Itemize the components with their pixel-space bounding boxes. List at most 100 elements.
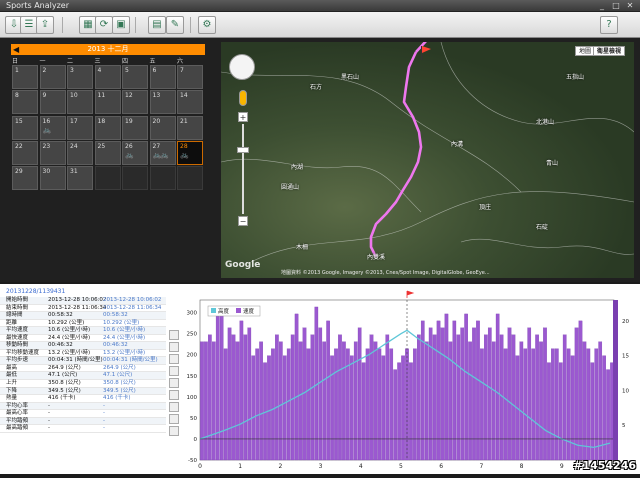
chart-tool-icon[interactable] [169, 402, 179, 412]
calendar-day[interactable]: 12 [122, 90, 148, 114]
map-type-map-button[interactable]: 地圖 [575, 46, 595, 56]
day-number: 19 [125, 118, 133, 125]
calendar-day[interactable]: 15 [12, 116, 38, 140]
stat-label: 移動時間 [6, 342, 28, 350]
speed-bar [492, 342, 495, 460]
stat-value: - [48, 418, 50, 426]
close-button[interactable]: ✕ [624, 1, 636, 11]
day-number: 25 [98, 143, 106, 150]
bike-activity-icon[interactable]: 🚲 [125, 151, 145, 159]
speed-bar [307, 349, 310, 460]
chart-tool-icon[interactable] [169, 426, 179, 436]
chart-tool-icon[interactable] [169, 330, 179, 340]
refresh-icon[interactable]: ⟳ [95, 16, 113, 34]
map-label: 內湖 [291, 162, 303, 171]
calendar-month-header[interactable]: 2013 十二月 [11, 44, 205, 55]
prev-month-icon[interactable]: ◀ [13, 44, 19, 55]
street-view-pegman-icon[interactable] [239, 90, 247, 106]
weekday-label: 三 [95, 56, 122, 65]
y-right-tick-label: 20 [622, 319, 629, 325]
calendar-day[interactable]: 29 [12, 166, 38, 190]
chart-tool-icon[interactable] [169, 390, 179, 400]
map-label: 黑石山 [341, 72, 359, 81]
speed-bar [425, 342, 428, 460]
maximize-button[interactable]: □ [610, 1, 622, 11]
calendar-day [122, 166, 148, 190]
legend-label-speed: 速度 [243, 307, 255, 315]
export-icon[interactable]: ⇪ [36, 16, 54, 34]
stat-label: 總時間 [6, 312, 23, 320]
save-icon[interactable]: ▣ [112, 16, 130, 34]
stat-value-compare: - [103, 418, 105, 426]
calendar-day[interactable]: 23 [40, 141, 66, 165]
calendar-day[interactable]: 19 [122, 116, 148, 140]
calendar-day[interactable]: 8 [12, 90, 38, 114]
calendar-day[interactable]: 21 [177, 116, 203, 140]
calendar-day[interactable]: 7 [177, 65, 203, 89]
calendar-day[interactable]: 5 [122, 65, 148, 89]
calendar-day[interactable]: 27🚲🚲 [150, 141, 176, 165]
chart-tool-icon[interactable] [169, 414, 179, 424]
day-number: 2 [43, 67, 47, 74]
zoom-in-button[interactable]: + [238, 112, 248, 122]
stat-value-compare: 2013-12-28 10:06:02 [103, 297, 161, 305]
calendar-day[interactable]: 24 [67, 141, 93, 165]
zoom-slider-handle[interactable] [237, 147, 249, 153]
bike-activity-icon[interactable]: 🚲🚲 [153, 151, 173, 159]
speed-bar [409, 363, 412, 460]
calendar-day[interactable]: 4 [95, 65, 121, 89]
stat-value-compare: 349.5 (公尺) [103, 388, 136, 396]
speed-bar [480, 349, 483, 460]
calendar-day[interactable]: 31 [67, 166, 93, 190]
speed-bar [283, 356, 286, 460]
calendar-day[interactable]: 22 [12, 141, 38, 165]
speed-bar [208, 335, 211, 460]
chart-tool-icon[interactable] [169, 378, 179, 388]
speed-bar [464, 314, 467, 460]
map-type-satellite-button[interactable]: 衛星檢視 [593, 46, 625, 56]
help-icon[interactable]: ? [600, 16, 618, 34]
chart-tool-icon[interactable] [169, 354, 179, 364]
speed-bar [319, 328, 322, 460]
calendar-day[interactable]: 11 [95, 90, 121, 114]
calendar-day[interactable]: 1 [12, 65, 38, 89]
edit-icon[interactable]: ✎ [166, 16, 184, 34]
print-icon[interactable]: ▤ [148, 16, 166, 34]
settings-icon[interactable]: ⚙ [198, 16, 216, 34]
map-pan-control[interactable] [229, 54, 255, 80]
zoom-out-button[interactable]: − [238, 216, 248, 226]
stat-value-compare: 47.1 (公尺) [103, 372, 132, 380]
calendar-day[interactable]: 18 [95, 116, 121, 140]
y-right-tick-label: 10 [622, 388, 629, 394]
stat-value-compare: 24.4 (公里/小時) [103, 335, 145, 343]
stat-value-compare: 416 (千卡) [103, 395, 131, 403]
minimize-button[interactable]: _ [596, 1, 608, 11]
calendar-day[interactable]: 2 [40, 65, 66, 89]
stat-value-compare: 2013-12-28 11:06:34 [103, 305, 161, 313]
zoom-slider-track[interactable] [242, 124, 244, 214]
chart-tool-icon[interactable] [169, 342, 179, 352]
day-number: 14 [180, 92, 188, 99]
calendar-day[interactable]: 28🚲 [177, 141, 203, 165]
day-number: 11 [98, 92, 106, 99]
bike-activity-icon[interactable]: 🚲 [43, 126, 63, 134]
calendar-day[interactable]: 6 [150, 65, 176, 89]
calendar-day[interactable]: 17 [67, 116, 93, 140]
map-view[interactable]: 石方 黑石山 內湖 圓通山 木柵 頂庄 內溝 五指山 北港山 青山 石碇 內雙溪… [221, 42, 634, 278]
calendar-day[interactable]: 9 [40, 90, 66, 114]
calendar-day[interactable]: 10 [67, 90, 93, 114]
calendar-day[interactable]: 30 [40, 166, 66, 190]
speed-bar [386, 335, 389, 460]
calendar-day[interactable]: 20 [150, 116, 176, 140]
calendar-day[interactable]: 3 [67, 65, 93, 89]
speed-elevation-chart: 012345678910300250200150100500-502015105… [166, 284, 640, 474]
chart-tool-icon[interactable] [169, 366, 179, 376]
calendar-day[interactable]: 14 [177, 90, 203, 114]
bike-activity-icon[interactable]: 🚲 [180, 151, 200, 159]
calendar-day[interactable]: 26🚲 [122, 141, 148, 165]
map-label: 木柵 [296, 242, 308, 251]
calendar-day[interactable]: 16🚲 [40, 116, 66, 140]
calendar-day[interactable]: 25 [95, 141, 121, 165]
speed-bar [279, 342, 282, 460]
calendar-day[interactable]: 13 [150, 90, 176, 114]
